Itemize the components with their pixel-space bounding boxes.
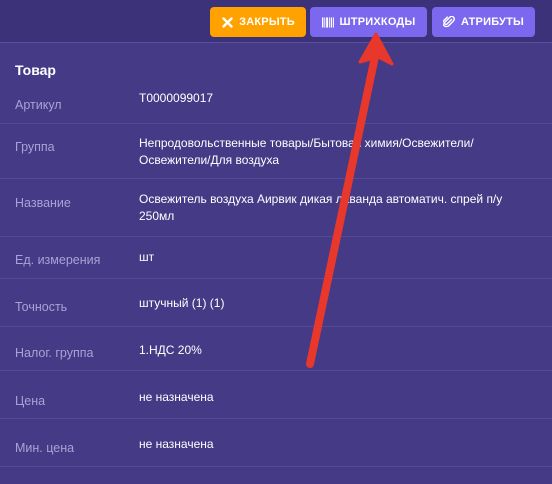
attributes-button-label: АТРИБУТЫ xyxy=(461,16,524,28)
barcodes-button[interactable]: ШТРИХКОДЫ xyxy=(310,7,427,37)
close-icon xyxy=(221,16,233,28)
section-title: Товар xyxy=(15,62,56,78)
product-details-panel: Товар Артикул T0000099017 Группа Непродо… xyxy=(0,44,552,484)
field-value: Непродовольственные товары/Бытовая химия… xyxy=(139,136,474,167)
barcode-icon xyxy=(321,16,334,28)
field-label: Название xyxy=(15,196,71,210)
field-row-group: Группа Непродовольственные товары/Бытова… xyxy=(0,124,552,179)
field-value: штучный (1) (1) xyxy=(139,296,225,310)
field-row-price: Цена не назначена xyxy=(0,371,552,419)
attributes-button[interactable]: АТРИБУТЫ xyxy=(432,7,535,37)
field-label: Точность xyxy=(15,300,68,314)
field-row-tax-group: Налог. группа 1.НДС 20% xyxy=(0,327,552,371)
field-label: Группа xyxy=(15,140,55,154)
field-value: T0000099017 xyxy=(139,91,214,105)
close-button-label: ЗАКРЫТЬ xyxy=(239,16,295,28)
field-row-min-price: Мин. цена не назначена xyxy=(0,419,552,467)
field-label: Ед. измерения xyxy=(15,253,101,267)
field-value: шт xyxy=(139,250,155,264)
product-card-window: ЗАКРЫТЬ ШТРИХКОДЫ АТРИБУТЫ Товар Артикул… xyxy=(0,0,552,484)
field-label: Цена xyxy=(15,394,46,408)
field-row-unit: Ед. измерения шт xyxy=(0,237,552,279)
field-label: Налог. группа xyxy=(15,346,94,360)
field-label: Мин. цена xyxy=(15,441,75,455)
toolbar: ЗАКРЫТЬ ШТРИХКОДЫ АТРИБУТЫ xyxy=(0,0,552,43)
field-value: не назначена xyxy=(139,437,214,451)
field-label: Артикул xyxy=(15,98,62,112)
paperclip-icon xyxy=(443,16,455,28)
barcodes-button-label: ШТРИХКОДЫ xyxy=(339,16,416,28)
field-value: не назначена xyxy=(139,390,214,404)
field-row-name: Название Освежитель воздуха Аирвик дикая… xyxy=(0,179,552,237)
field-row-precision: Точность штучный (1) (1) xyxy=(0,279,552,327)
close-button[interactable]: ЗАКРЫТЬ xyxy=(210,7,306,37)
field-row-article: Артикул T0000099017 xyxy=(0,84,552,124)
field-value: 1.НДС 20% xyxy=(139,343,202,357)
field-value: Освежитель воздуха Аирвик дикая лаванда … xyxy=(139,192,503,223)
